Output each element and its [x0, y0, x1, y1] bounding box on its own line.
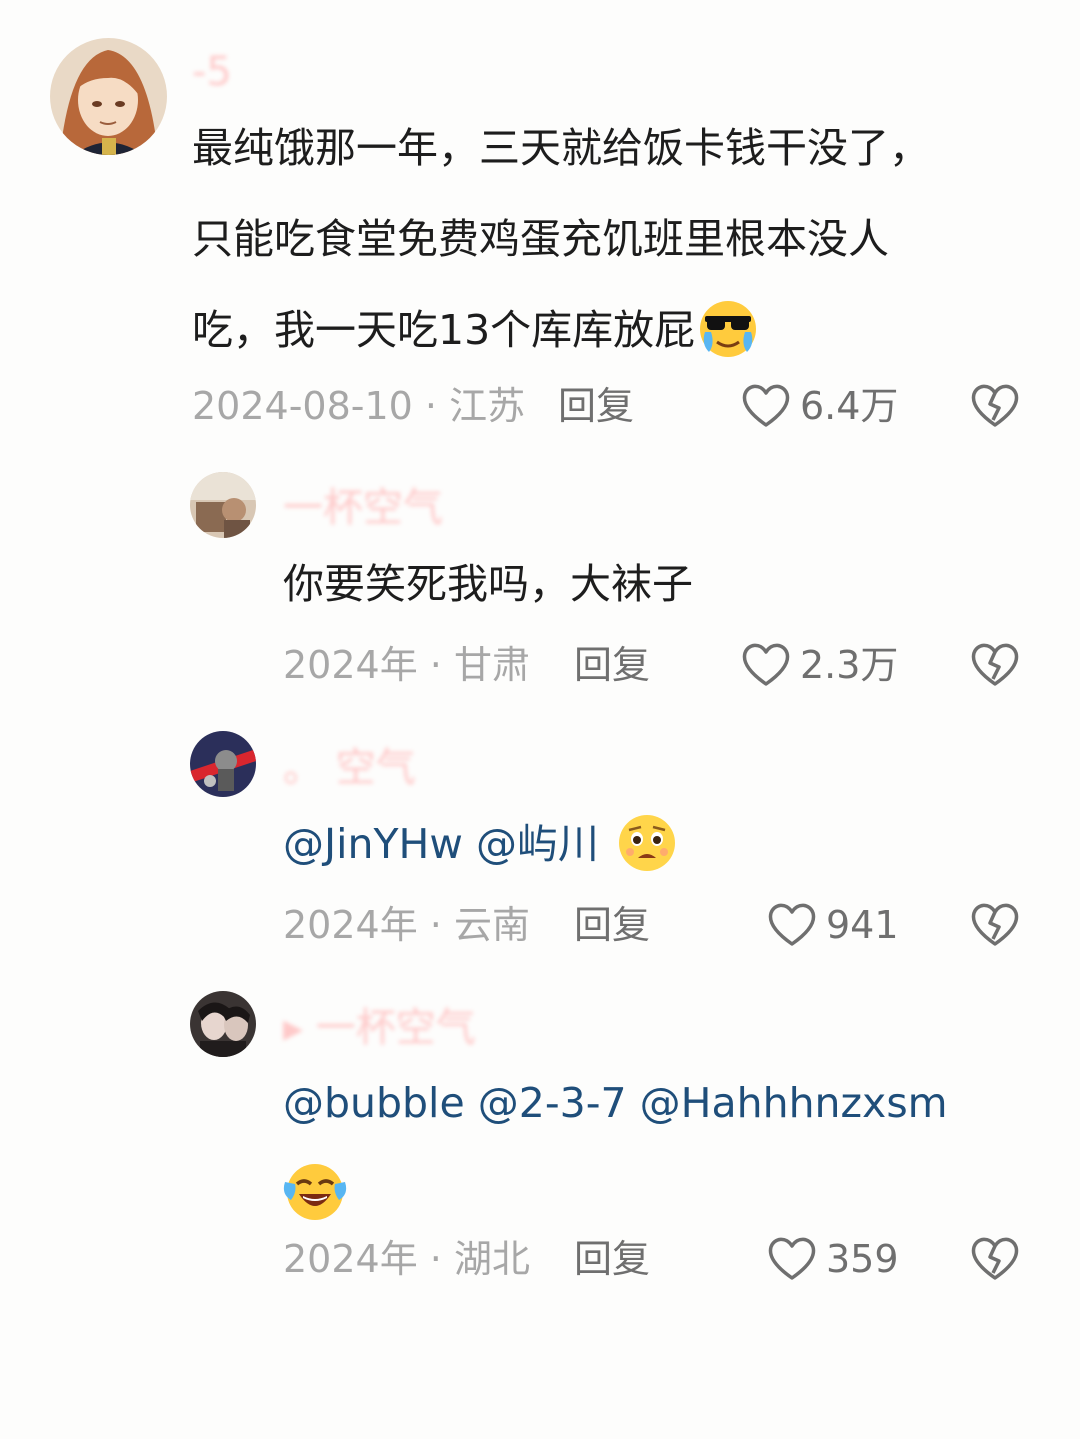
avatar[interactable] — [190, 731, 256, 797]
laughing-crying-emoji-icon — [283, 1160, 347, 1224]
broken-heart-icon[interactable] — [968, 380, 1022, 430]
comment-line: 只能吃食堂免费鸡蛋充饥班里根本没人 — [192, 215, 889, 263]
figure-avatar-image — [190, 731, 256, 797]
comment-body: @JinYHw @屿川 — [283, 799, 678, 890]
comment-line — [283, 1149, 948, 1240]
pleading-emoji-icon — [616, 812, 678, 874]
date-location: 2024年 · 云南 — [283, 903, 530, 947]
comment-line: 最纯饿那一年，三天就给饭卡钱干没了， — [192, 124, 930, 172]
username[interactable]: 一杯空气 — [283, 484, 443, 532]
reply-button[interactable]: 回复 — [574, 1235, 650, 1283]
date-location: 2024年 · 湖北 — [283, 1237, 530, 1281]
broken-heart-icon[interactable] — [968, 1233, 1022, 1283]
reply-button[interactable]: 回复 — [558, 382, 634, 430]
mention-link[interactable]: @Hahhhnzxsm — [640, 1079, 948, 1127]
broken-heart-icon[interactable] — [968, 639, 1022, 689]
avatar[interactable] — [190, 991, 256, 1057]
comment-body: @bubble @2-3-7 @Hahhhnzxsm — [283, 1058, 948, 1240]
comment-body: 你要笑死我吗，大袜子 — [283, 539, 693, 630]
like-count: 359 — [826, 1237, 899, 1281]
comment-line: 你要笑死我吗，大袜子 — [283, 560, 693, 608]
username[interactable]: -5 — [192, 48, 232, 96]
cool-crying-emoji-icon — [697, 298, 759, 360]
like-count: 2.3万 — [800, 643, 899, 687]
heart-icon[interactable] — [766, 1234, 818, 1282]
reply-button[interactable]: 回复 — [574, 641, 650, 689]
username[interactable]: ▸ 一杯空气 — [283, 1004, 476, 1052]
reply-button[interactable]: 回复 — [574, 901, 650, 949]
broken-heart-icon[interactable] — [968, 899, 1022, 949]
mention-link[interactable]: @屿川 — [476, 820, 599, 868]
username[interactable]: 。 空气 — [283, 744, 416, 792]
heart-icon[interactable] — [740, 381, 792, 429]
anime-avatar-image — [50, 38, 167, 155]
comment-body: 最纯饿那一年，三天就给饭卡钱干没了， 只能吃食堂免费鸡蛋充饥班里根本没人 吃，我… — [192, 103, 930, 376]
comment-line-text: 吃，我一天吃13个库库放屁 — [192, 306, 696, 354]
date-location: 2024-08-10 · 江苏 — [192, 384, 526, 428]
heart-icon[interactable] — [766, 900, 818, 948]
like-count: 941 — [826, 903, 899, 947]
avatar[interactable] — [190, 472, 256, 538]
heart-icon[interactable] — [740, 640, 792, 688]
mention-link[interactable]: @JinYHw — [283, 820, 463, 868]
comment-line: @JinYHw @屿川 — [283, 799, 678, 890]
avatar[interactable] — [50, 38, 167, 155]
mention-link[interactable]: @bubble — [283, 1079, 465, 1127]
mention-link[interactable]: @2-3-7 — [478, 1079, 627, 1127]
comment-line: @bubble @2-3-7 @Hahhhnzxsm — [283, 1058, 948, 1149]
comment-line: 吃，我一天吃13个库库放屁 — [192, 285, 930, 376]
portrait-avatar-image — [190, 991, 256, 1057]
like-count: 6.4万 — [800, 384, 899, 428]
room-avatar-image — [190, 472, 256, 538]
date-location: 2024年 · 甘肃 — [283, 643, 530, 687]
